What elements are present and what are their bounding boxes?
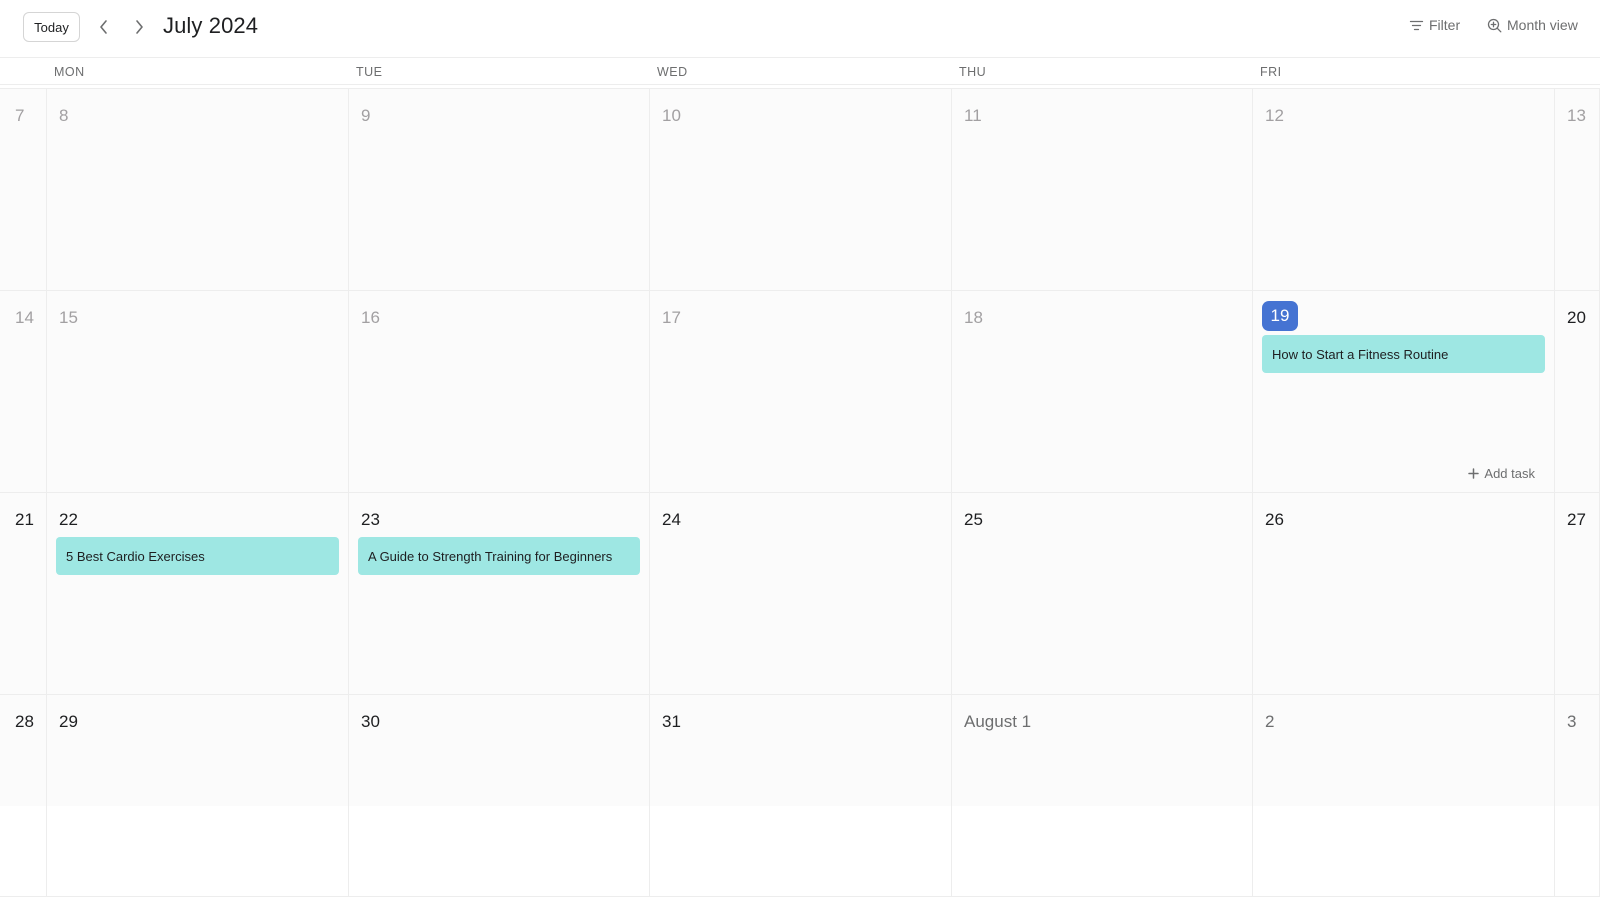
day-number: 11 bbox=[964, 106, 982, 125]
day-cell[interactable]: 20 bbox=[1555, 291, 1600, 493]
day-number: August 1 bbox=[964, 712, 1032, 731]
chevron-left-icon bbox=[100, 20, 107, 34]
weekday-thu: THU bbox=[959, 65, 987, 79]
task-card[interactable]: A Guide to Strength Training for Beginne… bbox=[358, 537, 640, 575]
day-number: 18 bbox=[964, 308, 983, 327]
day-cell[interactable]: 23 A Guide to Strength Training for Begin… bbox=[349, 493, 650, 695]
day-cell[interactable]: 25 bbox=[952, 493, 1253, 695]
day-number: 25 bbox=[964, 510, 983, 529]
weekday-mon: MON bbox=[54, 65, 85, 79]
day-number: 28 bbox=[15, 712, 34, 731]
filter-button[interactable]: Filter bbox=[1409, 17, 1460, 33]
day-number: 22 bbox=[59, 510, 78, 529]
day-cell[interactable]: 11 bbox=[952, 89, 1253, 291]
add-task-button[interactable]: Add task bbox=[1468, 466, 1535, 481]
plus-icon bbox=[1468, 468, 1480, 479]
day-number: 31 bbox=[662, 712, 681, 731]
day-cell[interactable]: 14 bbox=[0, 291, 47, 493]
chevron-right-icon bbox=[136, 20, 143, 34]
day-cell[interactable]: 9 bbox=[349, 89, 650, 291]
day-number: 23 bbox=[361, 510, 380, 529]
day-cell[interactable]: 16 bbox=[349, 291, 650, 493]
add-task-label: Add task bbox=[1484, 466, 1535, 481]
day-number: 14 bbox=[15, 308, 34, 327]
month-title: July 2024 bbox=[163, 13, 259, 38]
task-card[interactable]: 5 Best Cardio Exercises bbox=[56, 537, 339, 575]
weekday-tue: TUE bbox=[356, 65, 383, 79]
day-cell[interactable]: 26 bbox=[1253, 493, 1555, 695]
calendar-toolbar: Today July 2024 Filter Month view bbox=[0, 0, 1600, 58]
day-number: 2 bbox=[1265, 712, 1275, 731]
day-cell[interactable]: 18 bbox=[952, 291, 1253, 493]
day-cell[interactable]: 22 5 Best Cardio Exercises bbox=[47, 493, 349, 695]
day-number: 26 bbox=[1265, 510, 1284, 529]
day-number: 16 bbox=[361, 308, 380, 327]
zoom-in-icon bbox=[1487, 18, 1502, 32]
month-view-label: Month view bbox=[1507, 17, 1578, 33]
day-cell[interactable]: 29 bbox=[47, 695, 349, 897]
weekday-header: MON TUE WED THU FRI bbox=[0, 58, 1600, 85]
day-cell[interactable]: 12 bbox=[1253, 89, 1555, 291]
filter-icon bbox=[1409, 20, 1424, 30]
day-number: 12 bbox=[1265, 106, 1284, 125]
today-date-badge: 19 bbox=[1262, 301, 1298, 331]
day-number: 3 bbox=[1567, 712, 1577, 731]
day-number: 29 bbox=[59, 712, 78, 731]
day-number: 9 bbox=[361, 106, 371, 125]
day-cell[interactable]: 10 bbox=[650, 89, 952, 291]
weekday-wed: WED bbox=[657, 65, 688, 79]
day-cell[interactable]: 28 bbox=[0, 695, 47, 897]
day-number: 20 bbox=[1567, 308, 1586, 327]
day-cell[interactable]: 24 bbox=[650, 493, 952, 695]
day-cell[interactable]: 27 bbox=[1555, 493, 1600, 695]
day-cell[interactable]: 19 How to Start a Fitness Routine Add task bbox=[1253, 291, 1555, 493]
previous-month-button[interactable] bbox=[92, 13, 116, 41]
day-number: 21 bbox=[15, 510, 34, 529]
day-cell[interactable]: 17 bbox=[650, 291, 952, 493]
task-card[interactable]: How to Start a Fitness Routine bbox=[1262, 335, 1545, 373]
day-number: 7 bbox=[15, 106, 25, 125]
day-number: 8 bbox=[59, 106, 69, 125]
day-cell[interactable]: 31 bbox=[650, 695, 952, 897]
day-number: 15 bbox=[59, 308, 78, 327]
day-cell[interactable]: 30 bbox=[349, 695, 650, 897]
weekday-fri: FRI bbox=[1260, 65, 1282, 79]
day-cell[interactable]: 2 bbox=[1253, 695, 1555, 897]
day-number: 24 bbox=[662, 510, 681, 529]
today-button[interactable]: Today bbox=[23, 12, 80, 42]
day-cell[interactable]: 7 bbox=[0, 89, 47, 291]
month-grid: 7 8 9 10 11 12 13 14 15 16 17 18 19 How to Start a Fi… bbox=[0, 88, 1600, 897]
month-view-button[interactable]: Month view bbox=[1487, 17, 1578, 33]
day-cell[interactable]: 21 bbox=[0, 493, 47, 695]
day-cell[interactable]: 8 bbox=[47, 89, 349, 291]
next-month-button[interactable] bbox=[127, 13, 151, 41]
day-cell[interactable]: 3 bbox=[1555, 695, 1600, 897]
day-cell[interactable]: 13 bbox=[1555, 89, 1600, 291]
day-number: 10 bbox=[662, 106, 681, 125]
day-number: 30 bbox=[361, 712, 380, 731]
day-cell[interactable]: August 1 bbox=[952, 695, 1253, 897]
day-number: 17 bbox=[662, 308, 681, 327]
filter-label: Filter bbox=[1429, 17, 1461, 33]
day-number: 13 bbox=[1567, 106, 1586, 125]
day-number: 27 bbox=[1567, 510, 1586, 529]
day-cell[interactable]: 15 bbox=[47, 291, 349, 493]
